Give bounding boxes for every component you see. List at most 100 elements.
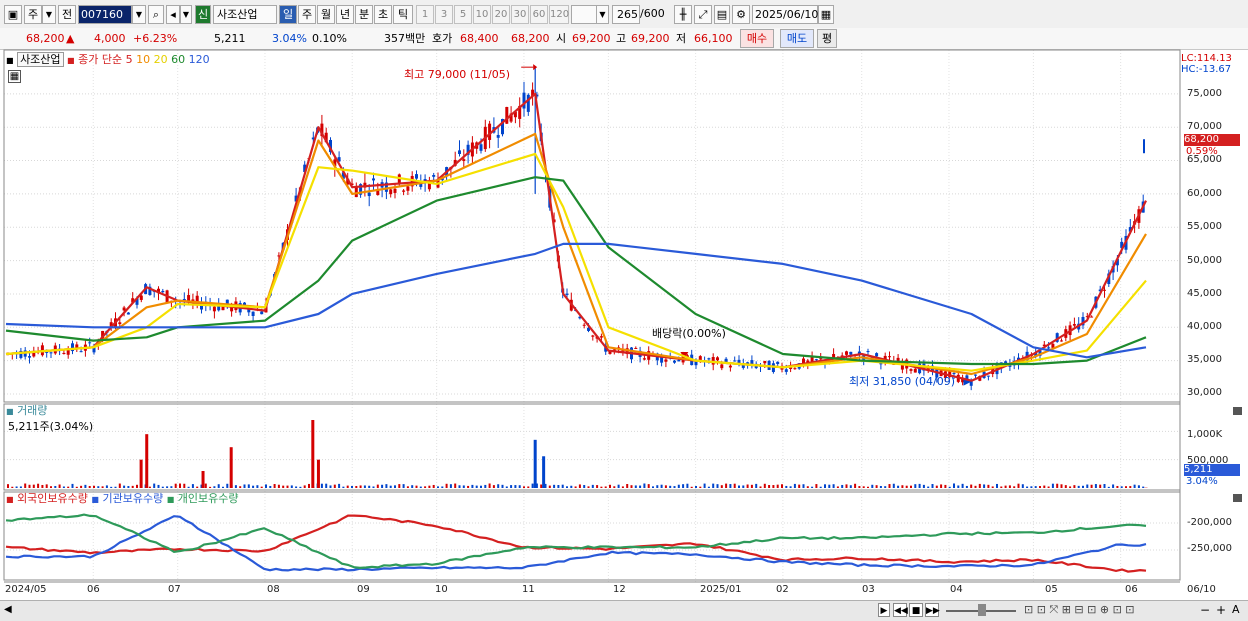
zoom-in-icon[interactable]: + xyxy=(1216,603,1226,617)
legend-ma120[interactable]: 120 xyxy=(189,53,210,66)
volume-pct-tag: 3.04% xyxy=(1186,476,1218,487)
volume-bar xyxy=(557,485,560,488)
volume-bar xyxy=(1129,486,1132,488)
volume-bar xyxy=(368,485,371,488)
volume-bar xyxy=(234,485,237,488)
volume-bar xyxy=(682,484,685,488)
legend-ma5[interactable]: 5 xyxy=(126,53,133,66)
volume-bar xyxy=(325,483,328,488)
legend-individual[interactable]: 개인보유수량 xyxy=(178,492,239,505)
y-tick-55000: 55,000 xyxy=(1187,221,1222,232)
volume-bar xyxy=(179,483,181,488)
volume-bar xyxy=(566,486,568,488)
scroll-left-icon[interactable]: ◀ xyxy=(4,604,12,615)
volume-bar xyxy=(802,484,805,488)
holdings-legend: ■ 외국인보유수량 ■ 기관보유수량 ■ 개인보유수량 xyxy=(6,492,239,507)
vol-tick-1000k: 1,000K xyxy=(1187,429,1223,440)
volume-bar xyxy=(419,486,422,488)
candle-body xyxy=(724,358,728,363)
volume-bar xyxy=(118,483,121,488)
volume-bar xyxy=(394,485,396,488)
x-tick-12: 12 xyxy=(613,584,626,595)
legend-institution[interactable]: 기관보유수량 xyxy=(102,492,163,505)
volume-bar xyxy=(1090,484,1093,488)
volume-bar xyxy=(643,483,646,488)
volume-bar xyxy=(471,484,474,488)
stop-icon[interactable]: ■ xyxy=(909,603,923,617)
volume-bar xyxy=(1142,486,1145,488)
volume-bar xyxy=(768,485,771,488)
volume-bar xyxy=(699,486,702,488)
volume-bar xyxy=(707,486,710,488)
candle-body xyxy=(402,190,406,192)
volume-bar xyxy=(269,485,272,488)
volume-bar xyxy=(174,483,177,488)
candle-body xyxy=(1004,361,1008,364)
square-icon: ■ xyxy=(6,407,14,416)
volume-bar xyxy=(97,486,100,488)
candle-body xyxy=(62,352,66,355)
volume-bar xyxy=(871,484,874,488)
x-tick-03: 03 xyxy=(862,584,875,595)
y-tick-30000: 30,000 xyxy=(1187,387,1222,398)
volume-bar xyxy=(311,420,315,488)
volume-bar xyxy=(191,484,194,488)
x-tick-06b: 06 xyxy=(1125,584,1138,595)
horizontal-scrollbar[interactable]: ◀ ▶ ◀◀ ■ ▶▶ ⊡ ⊡ ⤧ ⊞ ⊟ ⊡ ⊕ ⊡ ⊡ − + A xyxy=(0,600,1248,621)
candle-body xyxy=(875,353,879,357)
candle-body xyxy=(372,178,375,181)
legend-ma-label[interactable]: 종가 단순 xyxy=(78,53,122,66)
candle-body xyxy=(716,357,719,361)
panel-close-icon xyxy=(1233,407,1242,415)
square-icon: ■ xyxy=(6,56,14,65)
volume-bar xyxy=(351,485,353,488)
volume-bar xyxy=(428,485,431,488)
volume-bar xyxy=(824,484,826,488)
volume-bar xyxy=(196,486,199,488)
stock-chart[interactable] xyxy=(0,0,1248,621)
volume-bar xyxy=(798,484,801,488)
volume-bar xyxy=(50,486,52,488)
volume-bar xyxy=(763,483,766,488)
volume-bar xyxy=(273,484,276,488)
zoom-out-icon[interactable]: − xyxy=(1200,603,1210,617)
volume-bar xyxy=(110,486,113,488)
candle-body xyxy=(776,361,780,365)
volume-bar xyxy=(480,485,482,488)
x-tick-2025-01: 2025/01 xyxy=(700,584,742,595)
legend-ma10[interactable]: 10 xyxy=(136,53,150,66)
volume-bar xyxy=(639,485,642,488)
candle-body xyxy=(479,144,483,151)
scroll-right-icon[interactable]: ▶ xyxy=(878,603,890,617)
candle-body xyxy=(793,368,797,370)
font-size-icon[interactable]: A xyxy=(1232,603,1240,616)
candle-body xyxy=(634,347,638,349)
toolbox-icons[interactable]: ⊡ ⊡ ⤧ ⊞ ⊟ ⊡ ⊕ ⊡ ⊡ xyxy=(1024,603,1135,617)
table-icon[interactable]: ▦ xyxy=(8,70,21,83)
volume-bar xyxy=(897,485,900,488)
volume-title[interactable]: 거래량 xyxy=(17,404,47,417)
volume-bar xyxy=(105,485,108,488)
legend-stock-name[interactable]: 사조산업 xyxy=(17,52,64,67)
volume-bar xyxy=(854,483,857,488)
fast-forward-icon[interactable]: ▶▶ xyxy=(925,603,940,617)
candle-body xyxy=(582,324,586,326)
volume-bar xyxy=(875,485,878,488)
legend-ma60[interactable]: 60 xyxy=(171,53,185,66)
volume-bar xyxy=(617,484,620,488)
volume-bar xyxy=(222,486,224,488)
volume-bar xyxy=(725,483,728,488)
candle-body xyxy=(728,365,732,368)
zoom-slider-handle[interactable] xyxy=(978,604,986,616)
volume-bar xyxy=(458,485,461,488)
candle-body xyxy=(677,359,681,362)
volume-bar xyxy=(15,486,18,488)
candle-body xyxy=(367,192,371,197)
candle-body xyxy=(212,306,216,312)
volume-bar xyxy=(398,484,401,488)
rewind-icon[interactable]: ◀◀ xyxy=(893,603,908,617)
legend-foreign[interactable]: 외국인보유수량 xyxy=(17,492,88,505)
volume-bar xyxy=(1060,484,1063,488)
volume-bar xyxy=(918,483,921,488)
legend-ma20[interactable]: 20 xyxy=(154,53,168,66)
